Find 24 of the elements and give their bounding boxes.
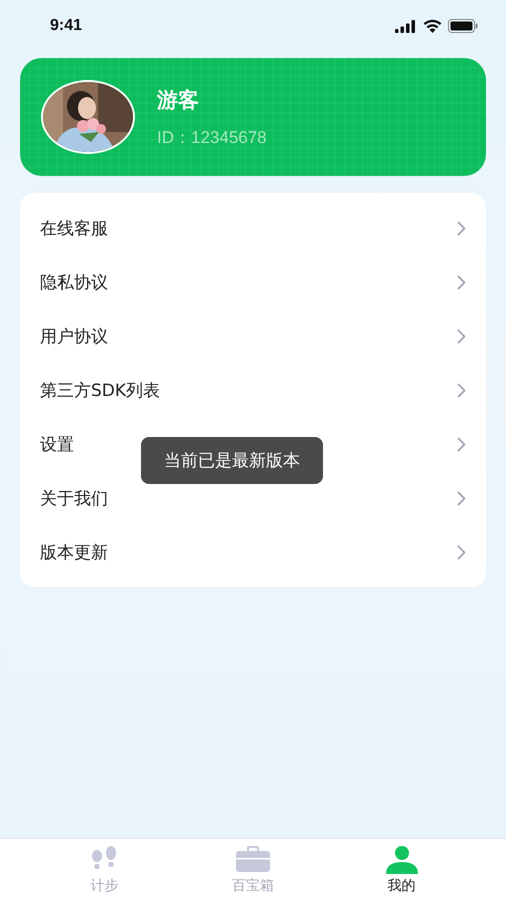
- chevron-icon: [457, 490, 466, 506]
- tab[interactable]: 我的: [356, 845, 447, 895]
- menu-item[interactable]: 隐私协议: [40, 270, 108, 294]
- user-id: ID：12345678: [157, 126, 267, 148]
- menu-item[interactable]: 在线客服: [40, 216, 108, 240]
- menu-item[interactable]: 第三方SDK列表: [40, 378, 160, 402]
- wifi-icon: [423, 19, 442, 33]
- signal-icon: [395, 20, 417, 32]
- toast-message: 当前已是最新版本: [141, 437, 323, 484]
- chevron-icon: [457, 274, 466, 290]
- briefcase-icon: [236, 846, 270, 872]
- user-name: 游客: [157, 86, 200, 114]
- status-time: 9:41: [50, 17, 82, 35]
- chevron-icon: [457, 220, 466, 236]
- menu-item[interactable]: 用户协议: [40, 324, 108, 348]
- person-icon: [384, 846, 419, 874]
- menu-item[interactable]: 关于我们: [40, 486, 108, 510]
- menu-item[interactable]: 设置: [40, 432, 74, 456]
- menu-item[interactable]: 版本更新: [40, 540, 108, 564]
- battery-icon: [448, 19, 478, 33]
- chevron-icon: [457, 328, 466, 344]
- chevron-icon: [457, 544, 466, 560]
- chevron-icon: [457, 382, 466, 398]
- chevron-icon: [457, 436, 466, 452]
